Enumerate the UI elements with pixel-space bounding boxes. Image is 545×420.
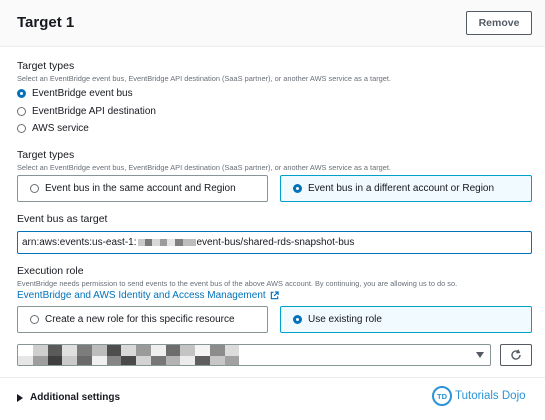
- event-bus-target-label: Event bus as target: [17, 213, 108, 225]
- existing-role-select[interactable]: [17, 344, 491, 366]
- radio-label: AWS service: [32, 123, 89, 134]
- target-types-description: Select an EventBridge event bus, EventBr…: [17, 74, 391, 83]
- refresh-icon: [511, 349, 521, 360]
- execution-role-label: Execution role: [17, 265, 84, 277]
- radio-label: EventBridge event bus: [32, 88, 133, 99]
- additional-settings-toggle[interactable]: Additional settings: [17, 392, 120, 403]
- tile-label: Use existing role: [308, 314, 382, 325]
- tile-label: Create a new role for this specific reso…: [45, 314, 235, 325]
- iam-docs-link[interactable]: EventBridge and AWS Identity and Access …: [17, 290, 279, 301]
- radio-button[interactable]: [293, 315, 302, 324]
- radio-eventbridge-event-bus[interactable]: EventBridge event bus: [17, 88, 133, 99]
- radio-eventbridge-api-destination[interactable]: EventBridge API destination: [17, 106, 156, 117]
- tile-create-new-role[interactable]: Create a new role for this specific reso…: [17, 306, 268, 333]
- section-divider: [0, 377, 545, 378]
- target-types-label: Target types: [17, 60, 75, 72]
- refresh-button[interactable]: [500, 344, 532, 366]
- tutorials-dojo-watermark: TD Tutorials Dojo: [432, 386, 526, 406]
- radio-button[interactable]: [30, 315, 39, 324]
- radio-button[interactable]: [30, 184, 39, 193]
- target-header: Target 1 Remove: [0, 0, 545, 47]
- radio-button[interactable]: [17, 89, 26, 98]
- iam-docs-link-text: EventBridge and AWS Identity and Access …: [17, 290, 266, 301]
- event-bus-arn-input[interactable]: arn:aws:events:us-east-1: event-bus/shar…: [17, 231, 532, 254]
- td-logo-icon: TD: [432, 386, 452, 406]
- page-title: Target 1: [17, 14, 75, 31]
- watermark-text: Tutorials Dojo: [455, 390, 526, 402]
- remove-button[interactable]: Remove: [466, 11, 532, 35]
- redacted-account-id: [137, 239, 196, 246]
- tile-label: Event bus in the same account and Region: [45, 183, 236, 194]
- arn-prefix: arn:aws:events:us-east-1:: [22, 237, 137, 248]
- redacted-role-name: [18, 345, 254, 365]
- target-types-description-2: Select an EventBridge event bus, EventBr…: [17, 163, 391, 172]
- tile-same-account-region[interactable]: Event bus in the same account and Region: [17, 175, 268, 202]
- radio-button[interactable]: [17, 124, 26, 133]
- additional-settings-label: Additional settings: [30, 392, 120, 403]
- tile-different-account-region[interactable]: Event bus in a different account or Regi…: [280, 175, 532, 202]
- external-link-icon: [270, 291, 279, 300]
- execution-role-description: EventBridge needs permission to send eve…: [17, 279, 458, 288]
- target-types-label-2: Target types: [17, 149, 75, 161]
- chevron-down-icon[interactable]: [476, 352, 484, 358]
- caret-right-icon: [17, 393, 23, 402]
- tile-use-existing-role[interactable]: Use existing role: [280, 306, 532, 333]
- radio-button[interactable]: [293, 184, 302, 193]
- radio-button[interactable]: [17, 107, 26, 116]
- tile-label: Event bus in a different account or Regi…: [308, 183, 495, 194]
- arn-suffix: event-bus/shared-rds-snapshot-bus: [196, 237, 355, 248]
- radio-label: EventBridge API destination: [32, 106, 156, 117]
- radio-aws-service[interactable]: AWS service: [17, 123, 89, 134]
